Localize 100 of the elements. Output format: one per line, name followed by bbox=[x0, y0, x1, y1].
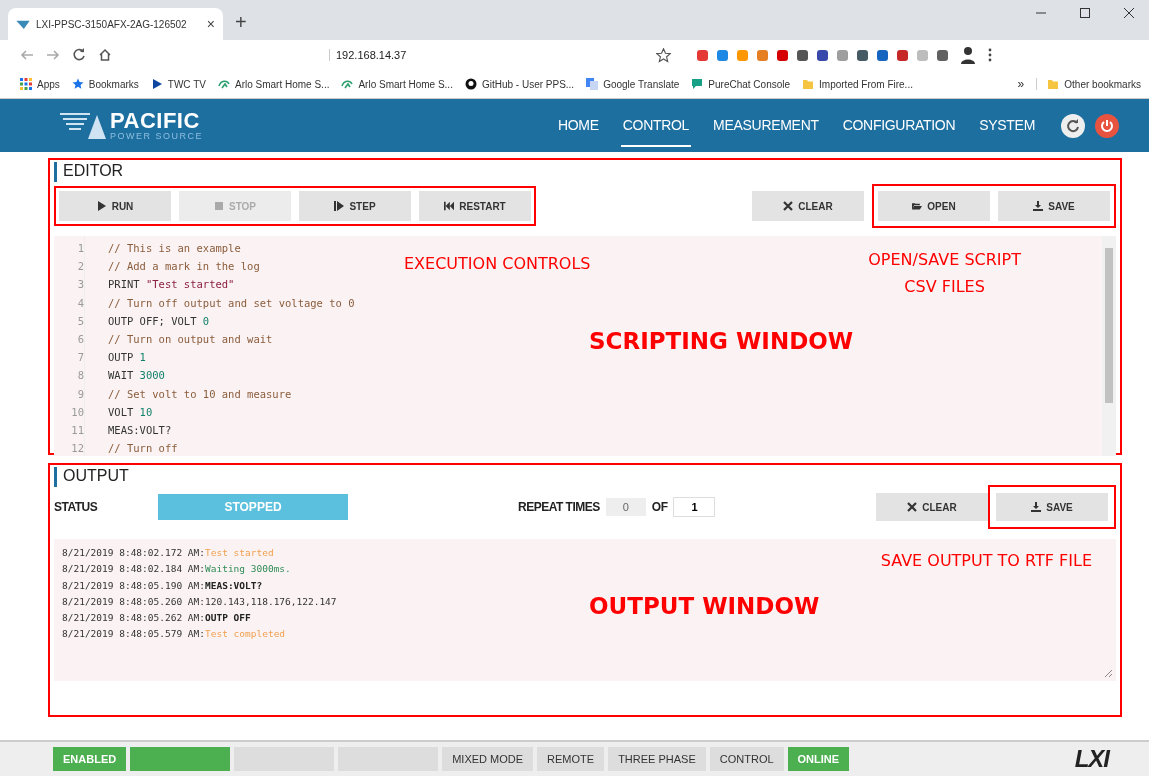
extension-icon[interactable] bbox=[797, 49, 808, 61]
toolbar-button[interactable]: RUN bbox=[59, 191, 171, 221]
folder-icon bbox=[1047, 78, 1060, 90]
close-icon bbox=[907, 502, 918, 512]
maximize-icon[interactable] bbox=[1079, 7, 1091, 19]
status-indicator: ONLINE bbox=[787, 747, 850, 771]
profile-icon[interactable] bbox=[960, 46, 976, 64]
code-line: // Turn on output and wait bbox=[108, 332, 273, 345]
section-title: EDITOR bbox=[54, 162, 124, 182]
status-indicator: MIXED MODE bbox=[442, 747, 534, 771]
extension-icon[interactable] bbox=[937, 49, 948, 61]
status-indicator: CONTROL bbox=[709, 747, 784, 771]
code-editor[interactable] bbox=[54, 236, 1116, 456]
reload-icon[interactable] bbox=[72, 48, 86, 62]
resize-grip-icon[interactable] bbox=[1104, 669, 1112, 677]
log-entry: 8/21/2019 8:48:05.579 AM:Test completed bbox=[62, 628, 286, 640]
star-icon[interactable] bbox=[656, 47, 671, 63]
toolbar-button[interactable]: SAVE bbox=[996, 493, 1108, 521]
home-icon[interactable] bbox=[98, 48, 112, 62]
bookmark[interactable]: Apps bbox=[20, 78, 60, 90]
logo-text: LXI bbox=[1074, 745, 1109, 773]
repeat-input[interactable]: 1 bbox=[673, 497, 716, 517]
status-indicator: STOPPED bbox=[158, 494, 348, 520]
toolbar-button[interactable]: OPEN bbox=[878, 191, 990, 221]
bookmark[interactable]: Bookmarks bbox=[71, 78, 139, 90]
power-button[interactable] bbox=[1095, 113, 1119, 138]
code-line: // This is an example bbox=[108, 242, 241, 254]
extension-icon[interactable] bbox=[877, 49, 888, 61]
logo-icon bbox=[60, 110, 106, 141]
of-label: OF bbox=[651, 500, 668, 514]
extension-icon[interactable] bbox=[777, 49, 788, 61]
annotation-label: EXECUTION CONTROLS bbox=[404, 254, 591, 273]
code-line: // Turn off bbox=[108, 442, 178, 455]
menu-icon[interactable] bbox=[988, 48, 992, 62]
extension-icon[interactable] bbox=[817, 49, 828, 61]
address-field[interactable]: 192.168.14.37 bbox=[124, 42, 644, 68]
toolbar-button[interactable]: CLEAR bbox=[876, 493, 988, 521]
bookmark[interactable]: Imported From Fire... bbox=[802, 78, 913, 90]
line-number: 8 bbox=[77, 369, 84, 382]
extension-icon[interactable] bbox=[717, 49, 728, 61]
new-tab-button[interactable]: + bbox=[235, 11, 247, 34]
more-bookmarks-button[interactable]: » bbox=[1017, 77, 1025, 91]
bookmark[interactable]: TWC TV bbox=[150, 78, 206, 90]
bookmark[interactable]: PureChat Console bbox=[691, 78, 791, 90]
nav-tab[interactable]: MEASUREMENT bbox=[711, 104, 821, 147]
annotation-label: OPEN/SAVE SCRIPT bbox=[868, 250, 1021, 269]
nav-tab[interactable]: HOME bbox=[555, 104, 601, 147]
chat-bubble-icon bbox=[691, 78, 704, 90]
close-icon[interactable] bbox=[1123, 7, 1135, 19]
close-tab-button[interactable]: × bbox=[206, 16, 215, 32]
other-bookmarks-folder[interactable]: Other bookmarks bbox=[1036, 78, 1141, 90]
annotation-label: SCRIPTING WINDOW bbox=[589, 328, 854, 354]
circle-icon bbox=[464, 78, 477, 90]
toolbar-button[interactable]: RESTART bbox=[419, 191, 531, 221]
section-title: OUTPUT bbox=[54, 467, 129, 487]
bookmark[interactable]: Arlo Smart Home S... bbox=[217, 78, 330, 90]
download-icon bbox=[1031, 502, 1042, 512]
apps-grid-icon bbox=[20, 78, 32, 90]
arc-icon bbox=[217, 78, 230, 90]
line-number: 4 bbox=[77, 296, 84, 309]
annotation-label: OUTPUT WINDOW bbox=[589, 593, 820, 619]
nav-tab[interactable]: SYSTEM bbox=[977, 104, 1037, 147]
line-number: 10 bbox=[71, 405, 84, 418]
extension-icon[interactable] bbox=[897, 49, 908, 61]
download-icon bbox=[1033, 201, 1044, 211]
skip-back-icon bbox=[444, 201, 455, 211]
scrollbar[interactable] bbox=[1102, 236, 1116, 456]
line-number: 1 bbox=[77, 242, 84, 254]
line-number: 11 bbox=[71, 423, 84, 436]
line-number: 9 bbox=[77, 387, 84, 400]
line-number: 6 bbox=[77, 332, 84, 345]
toolbar-button[interactable]: STEP bbox=[299, 191, 411, 221]
annotation-label: SAVE OUTPUT TO RTF FILE bbox=[880, 551, 1092, 570]
folder-icon bbox=[912, 201, 923, 211]
site-icon bbox=[16, 19, 30, 29]
logo-text: PACIFIC bbox=[110, 110, 201, 132]
line-number: 3 bbox=[77, 278, 84, 291]
log-entry: 8/21/2019 8:48:05.260 AM:120.143,118.176,122.147 bbox=[62, 595, 337, 607]
stop-icon bbox=[213, 201, 224, 211]
bookmark[interactable]: GitHub - User PPS... bbox=[464, 78, 575, 90]
log-entry: 8/21/2019 8:48:02.172 AM:Test started bbox=[62, 547, 274, 558]
refresh-button[interactable] bbox=[1061, 113, 1085, 138]
nav-tab[interactable]: CONFIGURATION bbox=[840, 104, 958, 147]
log-entry: 8/21/2019 8:48:05.190 AM:MEAS:VOLT? bbox=[62, 579, 263, 591]
bookmark[interactable]: Arlo Smart Home S... bbox=[341, 78, 453, 90]
arc-icon bbox=[341, 78, 354, 90]
status-indicator: REMOTE bbox=[537, 747, 605, 771]
logo-subtitle: POWER SOURCE bbox=[110, 132, 203, 141]
play-icon bbox=[150, 78, 163, 90]
bookmark[interactable]: Google Translate bbox=[586, 78, 680, 90]
extension-icon[interactable] bbox=[697, 49, 708, 61]
log-entry: 8/21/2019 8:48:02.184 AM:Waiting 3000ms. bbox=[62, 563, 291, 575]
toolbar-button[interactable]: CLEAR bbox=[752, 191, 864, 221]
extension-icon[interactable] bbox=[857, 49, 868, 61]
code-line: // Turn off output and set voltage to 0 bbox=[108, 296, 355, 309]
line-number: 5 bbox=[77, 314, 84, 327]
nav-tab[interactable]: CONTROL bbox=[620, 104, 692, 147]
toolbar-button[interactable]: SAVE bbox=[998, 191, 1110, 221]
step-forward-icon bbox=[334, 201, 345, 211]
browser-tab[interactable]: LXI-PPSC-3150AFX-2AG-126502 × bbox=[8, 8, 223, 40]
